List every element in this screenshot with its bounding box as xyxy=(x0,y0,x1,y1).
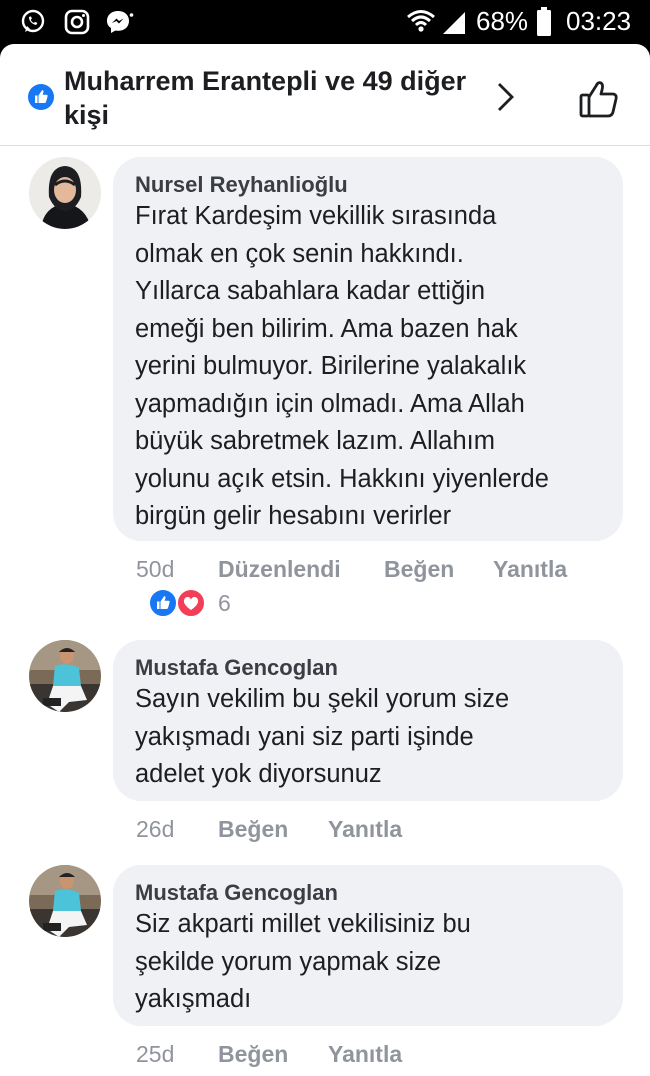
reaction-count: 6 xyxy=(218,590,231,616)
status-bar: 68% 03:23 xyxy=(0,0,650,44)
header-divider xyxy=(0,145,650,146)
comment-text: Sayın vekilim bu şekil yorum size yakışm… xyxy=(135,685,510,788)
like-reaction-icon xyxy=(148,588,178,618)
reply-link[interactable]: Yanıtla xyxy=(328,816,402,843)
comment-time: 50d xyxy=(136,556,175,582)
reply-link[interactable]: Yanıtla xyxy=(493,556,567,583)
like-link[interactable]: Beğen xyxy=(384,556,454,583)
avatar[interactable] xyxy=(29,640,101,712)
signal-icon xyxy=(443,12,465,34)
wifi-icon xyxy=(407,10,435,32)
like-reaction-icon xyxy=(28,84,54,110)
whatsapp-icon xyxy=(21,9,45,33)
comment-author[interactable]: Mustafa Gencoglan xyxy=(135,880,338,906)
chevron-right-icon[interactable] xyxy=(494,80,518,114)
avatar[interactable] xyxy=(29,157,101,229)
avatar[interactable] xyxy=(29,865,101,937)
comments-sheet: Muharrem Erantepli ve 49 diğer kişi Nurs… xyxy=(0,44,650,1076)
reply-link[interactable]: Yanıtla xyxy=(328,1041,402,1068)
comment-bubble[interactable]: Nursel Reyhanlioğlu Fırat Kardeşim vekil… xyxy=(113,157,623,541)
like-link[interactable]: Beğen xyxy=(218,1041,288,1068)
comment-text: Siz akparti millet vekilisiniz bu şekild… xyxy=(135,910,471,1013)
comment-author[interactable]: Nursel Reyhanlioğlu xyxy=(135,172,348,198)
battery-icon xyxy=(537,7,551,36)
likers-title[interactable]: Muharrem Erantepli ve 49 diğer kişi xyxy=(64,64,484,132)
comment-text: Fırat Kardeşim vekillik sırasında olmak … xyxy=(135,202,549,530)
comment-time: 26d xyxy=(136,816,175,842)
comment-author[interactable]: Mustafa Gencoglan xyxy=(135,655,338,681)
comment-time: 25d xyxy=(136,1041,175,1067)
edited-label[interactable]: Düzenlendi xyxy=(218,556,341,583)
comment-bubble[interactable]: Mustafa Gencoglan Siz akparti millet vek… xyxy=(113,865,623,1026)
instagram-icon xyxy=(64,9,90,35)
like-button-icon[interactable] xyxy=(578,78,620,120)
messenger-icon xyxy=(107,11,134,33)
like-link[interactable]: Beğen xyxy=(218,816,288,843)
comment-bubble[interactable]: Mustafa Gencoglan Sayın vekilim bu şekil… xyxy=(113,640,623,801)
likes-header[interactable]: Muharrem Erantepli ve 49 diğer kişi xyxy=(0,44,650,145)
love-reaction-icon xyxy=(176,588,206,618)
clock: 03:23 xyxy=(566,6,632,36)
battery-percent: 68% xyxy=(476,6,529,36)
